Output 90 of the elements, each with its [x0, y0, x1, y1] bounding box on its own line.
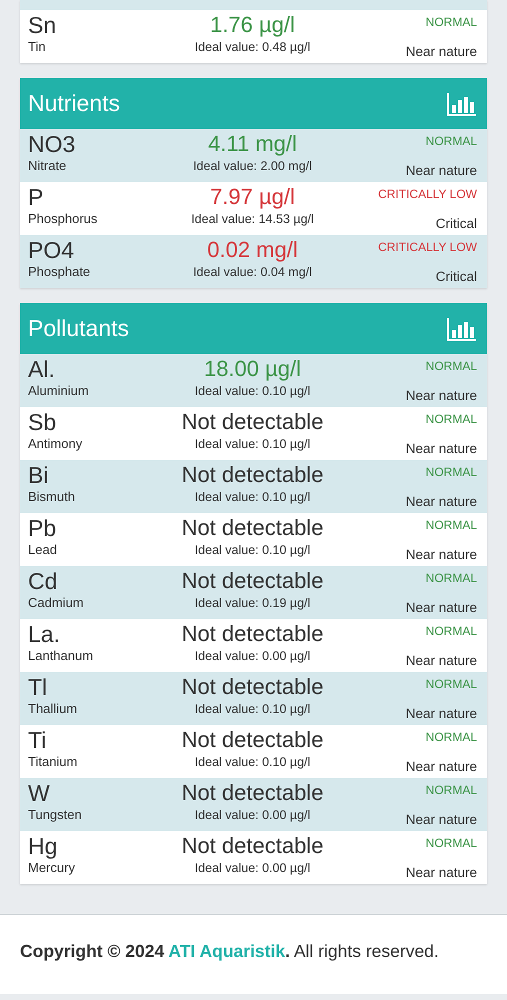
assessment-text: Near nature: [406, 43, 477, 61]
ideal-value: Ideal value: 0.10 µg/l: [194, 701, 310, 718]
ideal-value: Ideal value: 0.10 µg/l: [194, 542, 310, 559]
assessment-text: Near nature: [406, 811, 477, 829]
status-label: NORMAL: [426, 570, 477, 586]
section-title: Nutrients: [28, 89, 120, 118]
status-label: NORMAL: [426, 676, 477, 692]
assessment-text: Near nature: [406, 599, 477, 617]
ideal-value: Ideal value: 0.10 µg/l: [194, 489, 310, 506]
element-symbol: Pb: [28, 515, 58, 541]
status-label: NORMAL: [426, 623, 477, 639]
measured-value: Not detectable: [182, 409, 324, 435]
section-title: Pollutants: [28, 314, 130, 344]
brand-link[interactable]: ATI Aquaristik: [168, 941, 286, 961]
measured-value: Not detectable: [182, 833, 324, 859]
element-name: Mercury: [28, 859, 76, 877]
measured-value: Not detectable: [182, 674, 324, 700]
element-name: Phosphate: [28, 263, 92, 281]
measured-value: 4.11 mg/l: [208, 131, 297, 157]
bar-chart-icon[interactable]: [447, 316, 477, 340]
ideal-value: Ideal value: 0.10 µg/l: [194, 754, 310, 771]
measured-value: 7.97 µg/l: [210, 184, 295, 210]
element-symbol: PO4: [28, 237, 76, 263]
measured-value: 0.02 mg/l: [207, 237, 298, 263]
measured-value: Not detectable: [182, 727, 324, 753]
status-label: NORMAL: [426, 835, 477, 851]
element-symbol: P: [28, 184, 44, 210]
assessment-text: Near nature: [406, 546, 477, 564]
measured-value: Not detectable: [182, 621, 324, 647]
assessment-text: Near nature: [406, 705, 477, 723]
status-label: CRITICALLY LOW: [378, 239, 477, 255]
assessment-text: Critical: [436, 215, 477, 233]
ideal-value: Ideal value: 14.53 µg/l: [191, 211, 314, 228]
status-label: NORMAL: [426, 14, 477, 30]
ideal-value: Ideal value: 0.00 µg/l: [194, 807, 310, 824]
measured-value: Not detectable: [182, 515, 324, 541]
status-label: NORMAL: [426, 782, 477, 798]
ideal-value: Ideal value: 0.00 µg/l: [194, 648, 310, 665]
copyright-text: Copyright © 2024 ATI Aquaristik. All rights reserved.: [20, 940, 440, 963]
element-name: Tungsten: [28, 806, 83, 824]
ideal-value: Ideal value: 0.48 µg/l: [194, 39, 310, 56]
status-label: NORMAL: [426, 358, 477, 374]
element-name: Thallium: [28, 700, 78, 718]
assessment-text: Critical: [436, 268, 477, 286]
element-symbol: Sb: [28, 409, 58, 435]
element-symbol: Tl: [28, 674, 48, 700]
assessment-text: Near nature: [406, 652, 477, 670]
assessment-text: Near nature: [406, 864, 477, 882]
status-label: NORMAL: [426, 464, 477, 480]
element-name: Antimony: [28, 435, 84, 453]
status-label: NORMAL: [426, 411, 477, 427]
ideal-value: Ideal value: 0.19 µg/l: [194, 595, 310, 612]
element-symbol: Cd: [28, 568, 58, 594]
ideal-value: Ideal value: 0.10 µg/l: [194, 436, 310, 453]
status-label: CRITICALLY LOW: [378, 186, 477, 202]
element-name: Bismuth: [28, 488, 76, 506]
element-name: Nitrate: [28, 157, 68, 175]
element-name: Lanthanum: [28, 647, 94, 665]
assessment-text: Near nature: [406, 162, 477, 180]
assessment-text: Near nature: [406, 440, 477, 458]
element-symbol: Hg: [28, 833, 58, 859]
element-name: Tin: [28, 38, 47, 56]
element-name: Aluminium: [28, 382, 90, 400]
measured-value: 18.00 µg/l: [204, 356, 302, 382]
measured-value: 1.76 µg/l: [210, 12, 295, 38]
ideal-value: Ideal value: 0.10 µg/l: [194, 383, 310, 400]
assessment-text: Near nature: [406, 758, 477, 776]
element-name: Cadmium: [28, 594, 85, 612]
element-symbol: Bi: [28, 462, 50, 488]
element-symbol: NO3: [28, 131, 76, 157]
element-symbol: Al.: [28, 356, 56, 382]
status-label: NORMAL: [426, 729, 477, 745]
element-name: Lead: [28, 541, 58, 559]
element-symbol: Ti: [28, 727, 48, 753]
ideal-value: Ideal value: 0.04 mg/l: [193, 264, 312, 281]
ideal-value: Ideal value: 0.00 µg/l: [194, 860, 310, 877]
measured-value: Not detectable: [182, 780, 324, 806]
element-name: Titanium: [28, 753, 78, 771]
status-label: NORMAL: [426, 517, 477, 533]
element-symbol: W: [28, 780, 51, 806]
element-symbol: Sn: [28, 12, 58, 38]
ideal-value: Ideal value: 2.00 mg/l: [193, 158, 312, 175]
measured-value: Not detectable: [182, 568, 324, 594]
measured-value: Not detectable: [182, 462, 324, 488]
element-name: Phosphorus: [28, 210, 98, 228]
assessment-text: Near nature: [406, 493, 477, 511]
status-label: NORMAL: [426, 133, 477, 149]
element-symbol: La.: [28, 621, 61, 647]
assessment-text: Near nature: [406, 387, 477, 405]
bar-chart-icon[interactable]: [447, 92, 477, 116]
